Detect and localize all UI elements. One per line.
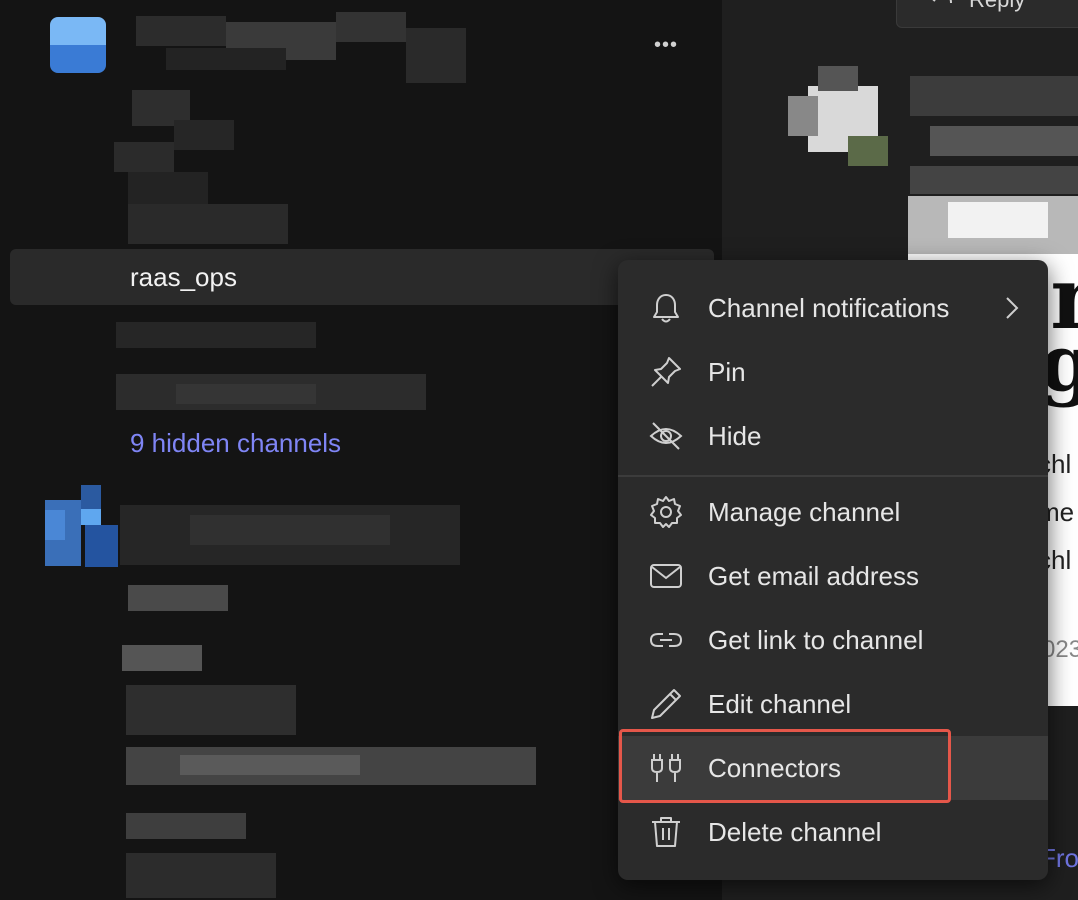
channel-sidebar: ••• raas_ops 9 hidden channels: [0, 0, 722, 900]
menu-item-edit-channel[interactable]: Edit channel: [618, 672, 1048, 736]
obscured-channel-list: [114, 90, 294, 250]
menu-item-get-email-address[interactable]: Get email address: [618, 544, 1048, 608]
pin-icon: [651, 357, 681, 387]
obscured-channel-list-2: [116, 322, 436, 412]
channel-item-active[interactable]: raas_ops: [10, 249, 714, 305]
reply-arrow-icon: [932, 0, 952, 4]
team-avatar[interactable]: [50, 17, 106, 73]
menu-item-manage-channel[interactable]: Manage channel: [618, 480, 1048, 544]
highlight-annotation: [619, 729, 951, 803]
envelope-icon: [650, 564, 682, 588]
more-options-button[interactable]: •••: [646, 30, 686, 60]
menu-item-label: Pin: [708, 357, 746, 387]
menu-item-get-link-to-channel[interactable]: Get link to channel: [618, 608, 1048, 672]
trash-icon: [652, 817, 680, 847]
menu-item-label: Get link to channel: [708, 625, 924, 655]
menu-item-hide[interactable]: Hide: [618, 404, 1048, 468]
pencil-icon: [651, 689, 681, 719]
menu-divider: [618, 475, 1048, 477]
eye-off-icon: [649, 422, 683, 450]
menu-item-channel-notifications[interactable]: Channel notifications: [618, 276, 1048, 340]
menu-item-label: Manage channel: [708, 497, 901, 527]
menu-item-label: Channel notifications: [708, 293, 950, 323]
reply-label: Reply: [969, 0, 1025, 13]
reply-button[interactable]: Reply: [896, 0, 1078, 28]
menu-item-label: Delete channel: [708, 817, 882, 847]
menu-item-pin[interactable]: Pin: [618, 340, 1048, 404]
chevron-right-icon: [1006, 297, 1019, 319]
menu-item-delete-channel[interactable]: Delete channel: [618, 800, 1048, 864]
obscured-team-name: [136, 8, 466, 88]
channel-name: raas_ops: [130, 262, 237, 292]
menu-item-label: Hide: [708, 421, 762, 451]
link-icon: [649, 633, 683, 647]
bell-icon: [653, 294, 679, 323]
gear-icon: [650, 496, 682, 528]
hidden-channels-link[interactable]: 9 hidden channels: [130, 428, 341, 459]
menu-item-label: Edit channel: [708, 689, 852, 719]
menu-item-label: Get email address: [708, 561, 919, 591]
obscured-avatar: [768, 66, 888, 172]
team-avatar-2[interactable]: [45, 485, 118, 567]
obscured-author: [910, 76, 1078, 196]
obscured-team-2-content: [120, 505, 540, 900]
